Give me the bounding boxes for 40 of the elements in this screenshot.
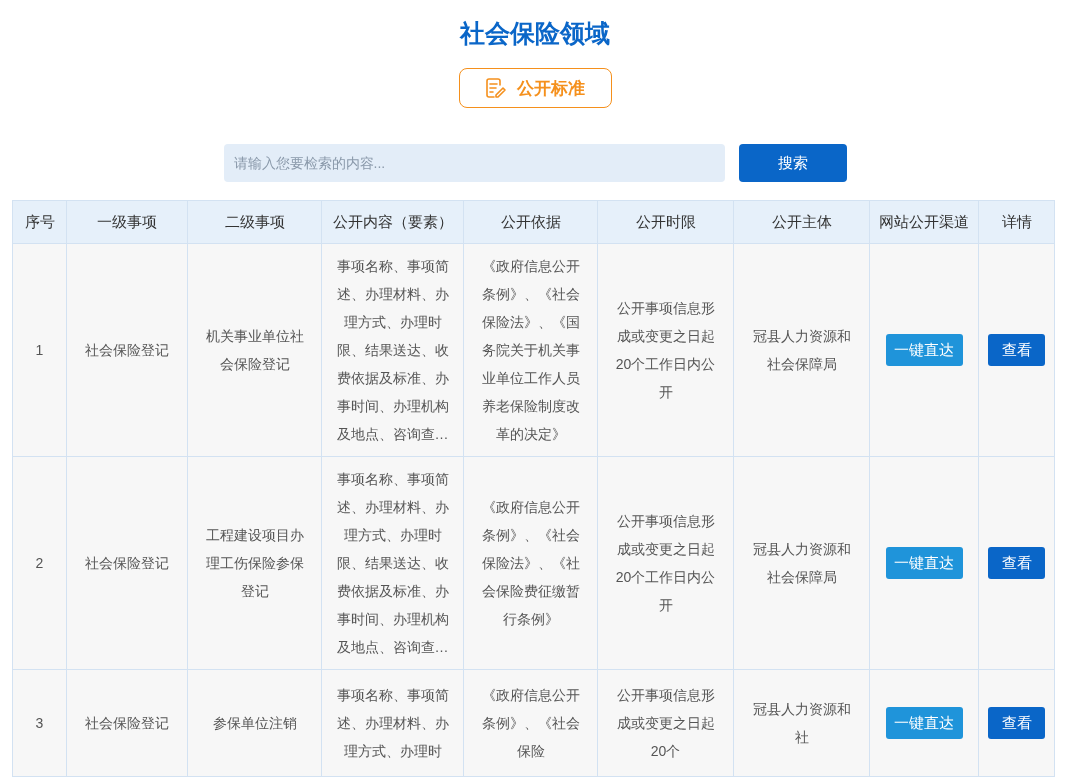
table-cell: 公开事项信息形成或变更之日起20个工作日内公开 <box>597 243 734 457</box>
direct-link-button[interactable]: 一键直达 <box>885 707 963 739</box>
view-button[interactable]: 查看 <box>988 547 1045 579</box>
table-cell: 冠县人力资源和社会保障局 <box>733 456 870 670</box>
view-button[interactable]: 查看 <box>988 707 1045 739</box>
document-pencil-icon <box>485 77 507 99</box>
table-cell: 社会保险登记 <box>66 243 188 457</box>
table-cell: 1 <box>12 243 67 457</box>
table-cell: 社会保险登记 <box>66 669 188 777</box>
search-field[interactable]: 请输入您要检索的内容... <box>223 144 725 182</box>
table-cell: 《政府信息公开条例》、《社会保险法》、《社会保险费征缴暂行条例》 <box>463 456 598 670</box>
column-header: 详情 <box>978 200 1055 244</box>
column-header: 公开主体 <box>733 200 870 244</box>
column-header: 二级事项 <box>187 200 322 244</box>
column-header: 一级事项 <box>66 200 188 244</box>
table-cell: 《政府信息公开条例》、《社会保险法》、《国务院关于机关事业单位工作人员养老保险制度改革的决定》 <box>463 243 598 457</box>
table-cell: 公开事项信息形成或变更之日起20个工作日内公开 <box>597 456 734 670</box>
table-cell: 冠县人力资源和社 <box>733 669 870 777</box>
column-header: 网站公开渠道 <box>869 200 979 244</box>
table-cell: 机关事业单位社会保险登记 <box>187 243 322 457</box>
column-header: 公开依据 <box>463 200 598 244</box>
table-cell: 2 <box>12 456 67 670</box>
page-title: 社会保险领域 <box>458 18 611 49</box>
table-cell: 事项名称、事项简述、办理材料、办理方式、办理时限、结果送达、收费依据及标准、办事时间、办理机构及地点、咨询查… <box>321 243 464 457</box>
table-cell: 工程建设项目办理工伤保险参保登记 <box>187 456 322 670</box>
direct-link-button[interactable]: 一键直达 <box>885 547 963 579</box>
table-cell: 社会保险登记 <box>66 456 188 670</box>
table-cell: 3 <box>12 669 67 777</box>
column-header: 序号 <box>12 200 67 244</box>
table-cell: 事项名称、事项简述、办理材料、办理方式、办理时 <box>321 669 464 777</box>
table-cell: 公开事项信息形成或变更之日起20个 <box>597 669 734 777</box>
view-button[interactable]: 查看 <box>988 334 1045 366</box>
direct-link-button[interactable]: 一键直达 <box>885 334 963 366</box>
column-header: 公开内容（要素） <box>321 200 464 244</box>
table-cell: 《政府信息公开条例》、《社会保险 <box>463 669 598 777</box>
search-button[interactable]: 搜索 <box>738 144 847 182</box>
column-header: 公开时限 <box>597 200 734 244</box>
table-cell: 事项名称、事项简述、办理材料、办理方式、办理时限、结果送达、收费依据及标准、办事时间、办理机构及地点、咨询查… <box>321 456 464 670</box>
table-cell: 冠县人力资源和社会保障局 <box>733 243 870 457</box>
table-cell: 参保单位注销 <box>187 669 322 777</box>
